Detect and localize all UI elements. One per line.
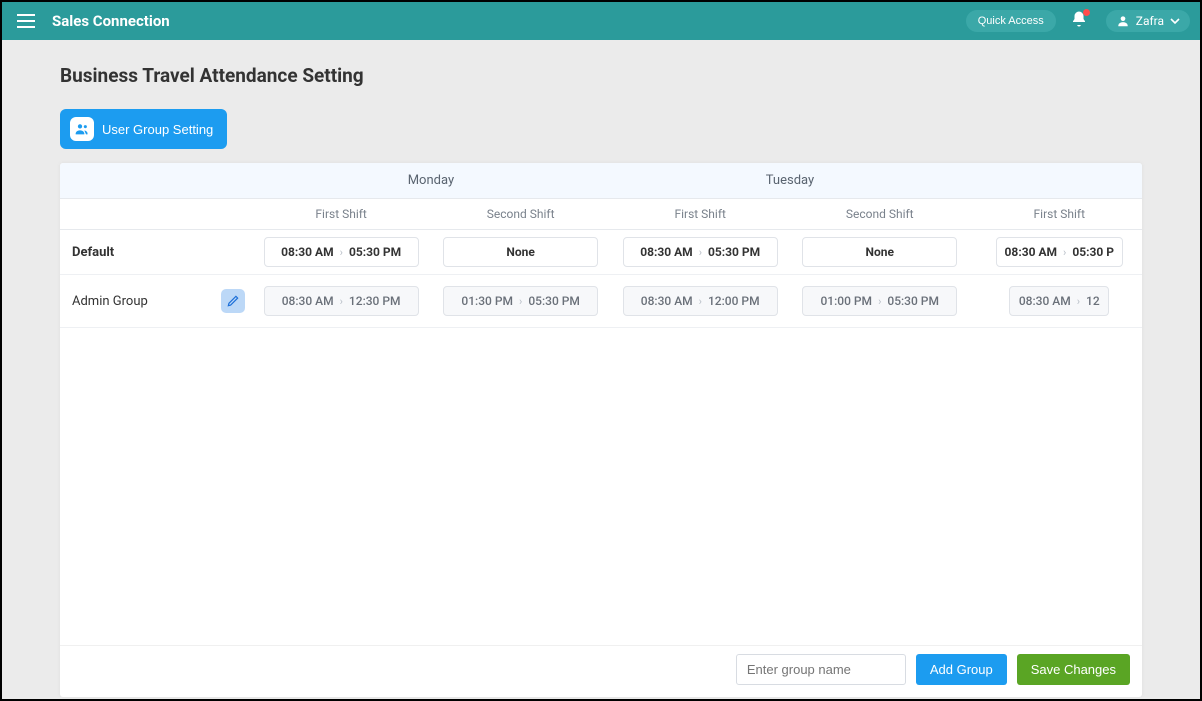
shift-none[interactable]: None	[802, 237, 957, 267]
shift-header: Second Shift	[431, 199, 611, 230]
day-header-monday: Monday	[251, 163, 610, 199]
panel-footer: Add Group Save Changes	[60, 645, 1142, 697]
chevron-right-icon: ›	[519, 295, 522, 308]
chevron-right-icon: ›	[699, 295, 702, 308]
menu-icon[interactable]	[12, 7, 40, 35]
chevron-right-icon: ›	[1063, 246, 1066, 259]
time-range[interactable]: 08:30 AM › 05:30 PM	[623, 237, 778, 267]
save-changes-button[interactable]: Save Changes	[1017, 654, 1130, 685]
time-range[interactable]: 08:30 AM › 12:30 PM	[264, 286, 419, 316]
group-name: Default	[72, 245, 114, 260]
user-name: Zafra	[1136, 14, 1164, 28]
user-group-setting-button[interactable]: User Group Setting	[60, 109, 227, 149]
user-group-setting-label: User Group Setting	[102, 122, 213, 137]
notification-dot	[1083, 9, 1090, 16]
app-frame: Sales Connection Quick Access Zafra Busi…	[0, 0, 1202, 701]
time-range[interactable]: 01:00 PM › 05:30 PM	[802, 286, 957, 316]
time-range[interactable]: 01:30 PM › 05:30 PM	[443, 286, 598, 316]
user-icon	[1116, 14, 1130, 28]
schedule-panel: Monday Tuesday V Action First Shift Seco…	[60, 163, 1142, 697]
user-group-icon	[70, 117, 94, 141]
shift-header: Second Shift	[790, 199, 970, 230]
page-title: Business Travel Attendance Setting	[60, 64, 1142, 87]
group-name-input[interactable]	[736, 654, 906, 685]
user-menu[interactable]: Zafra	[1106, 10, 1190, 32]
table-scroll[interactable]: Monday Tuesday V Action First Shift Seco…	[60, 163, 1142, 328]
group-name: Admin Group	[72, 294, 148, 309]
schedule-table: Monday Tuesday V Action First Shift Seco…	[60, 163, 1142, 328]
shift-header: First Shift	[251, 199, 431, 230]
quick-access-button[interactable]: Quick Access	[966, 10, 1056, 32]
shift-none[interactable]: None	[443, 237, 598, 267]
chevron-right-icon: ›	[878, 295, 881, 308]
chevron-right-icon: ›	[699, 246, 702, 259]
table-row: Default 08:30 AM › 05:30 PM None	[60, 230, 1142, 275]
brand-title: Sales Connection	[52, 12, 170, 30]
day-header-tuesday: Tuesday	[610, 163, 969, 199]
edit-icon[interactable]	[221, 289, 245, 313]
shift-header: First Shift	[610, 199, 790, 230]
table-row: Admin Group 08:30 AM ›	[60, 275, 1142, 328]
notifications-icon[interactable]	[1070, 10, 1092, 32]
chevron-right-icon: ›	[340, 246, 343, 259]
time-range[interactable]: 08:30 AM › 12:00 PM	[623, 286, 778, 316]
chevron-down-icon	[1170, 16, 1180, 26]
chevron-right-icon: ›	[340, 295, 343, 308]
time-range[interactable]: 08:30 AM › 05:30 PM	[264, 237, 419, 267]
day-header-wednesday-partial: V	[970, 163, 1143, 199]
topbar: Sales Connection Quick Access Zafra	[2, 2, 1200, 40]
chevron-right-icon: ›	[1077, 295, 1080, 308]
add-group-button[interactable]: Add Group	[916, 654, 1007, 685]
time-range[interactable]: 08:30 AM › 05:30 P	[996, 237, 1123, 267]
shift-header: First Shift	[970, 199, 1143, 230]
content-area: Business Travel Attendance Setting User …	[2, 40, 1200, 699]
time-range[interactable]: 08:30 AM › 12	[1009, 286, 1109, 316]
